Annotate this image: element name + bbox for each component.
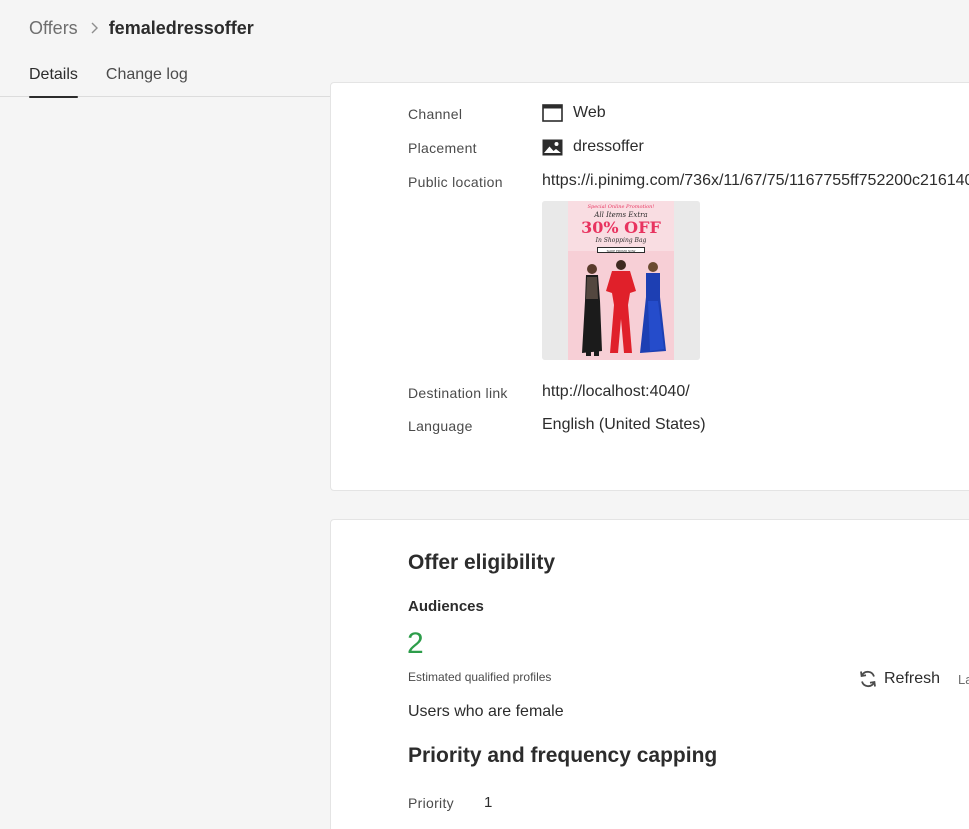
refresh-button[interactable]: Refresh [858,666,940,692]
placement-text: dressoffer [573,138,644,155]
channel-text: Web [573,104,606,121]
clipped-last-updated-text: La [958,672,969,687]
language-value: English (United States) [542,416,706,433]
priority-value: 1 [484,793,493,811]
promo-discount: 30% OFF [581,218,661,237]
placement-label: Placement [408,140,477,156]
browser-window-icon [542,104,563,122]
tab-details[interactable]: Details [29,66,78,98]
priority-label: Priority [408,795,454,811]
language-label: Language [408,418,473,434]
promo-shop-button: SHOP PROMO NOW [597,247,645,253]
promo-line-1: Special Online Promotion! [587,204,655,210]
offer-eligibility-title: Offer eligibility [408,551,556,574]
destination-link-value[interactable]: http://localhost:4040/ [542,381,690,403]
refresh-icon [858,669,878,689]
destination-link-label: Destination link [408,385,508,401]
chevron-right-icon [90,22,98,34]
public-location-label: Public location [408,174,503,190]
breadcrumb: Offers femaledressoffer [29,16,254,40]
breadcrumb-offers-link[interactable]: Offers [29,18,78,39]
tab-change-log[interactable]: Change log [106,66,188,97]
promo-line-4: In Shopping Bag [595,237,647,244]
tab-bar: Details Change log [29,66,216,98]
refresh-label: Refresh [884,670,941,687]
placement-value: dressoffer [542,136,644,158]
offer-preview-image: Special Online Promotion! All Items Extr… [542,201,700,360]
image-icon [542,139,563,156]
public-location-value[interactable]: https://i.pinimg.com/736x/11/67/75/11677… [542,170,969,192]
breadcrumb-current: femaledressoffer [108,17,254,38]
qualified-profiles-caption: Estimated qualified profiles [408,670,552,684]
channel-label: Channel [408,106,463,122]
qualified-profiles-count: 2 [407,627,424,660]
audience-description: Users who are female [408,703,564,720]
priority-section-title: Priority and frequency capping [408,744,718,767]
channel-value: Web [542,102,606,124]
audiences-heading: Audiences [408,598,484,615]
